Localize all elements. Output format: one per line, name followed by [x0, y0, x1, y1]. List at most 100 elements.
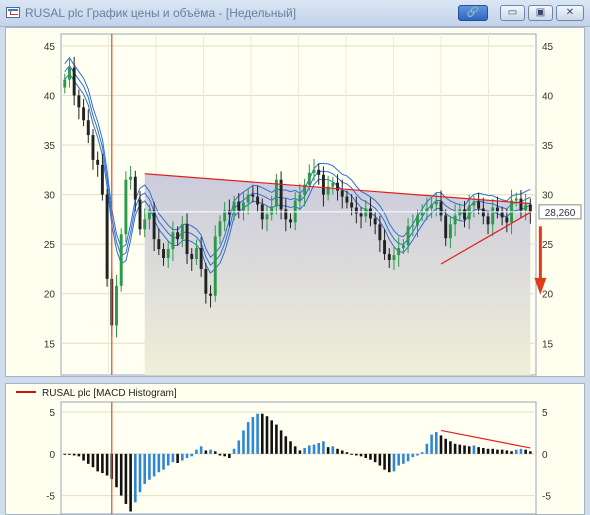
- histogram-bar: [326, 447, 330, 454]
- candle-body: [68, 67, 71, 80]
- candle-body: [336, 182, 339, 191]
- candle-body: [406, 226, 410, 246]
- histogram-bar: [105, 453, 109, 476]
- histogram-bar: [359, 453, 363, 457]
- candle-body: [317, 169, 321, 175]
- candle-body: [444, 215, 448, 239]
- candle-body: [416, 215, 419, 226]
- candle-body: [77, 95, 81, 108]
- histogram-bar: [279, 430, 283, 454]
- histogram-bar: [82, 453, 85, 461]
- histogram-bar: [162, 453, 165, 470]
- histogram-bar: [303, 447, 306, 454]
- candle-body: [166, 249, 170, 259]
- macd-plot-area: [60, 401, 537, 514]
- histogram-bar: [77, 453, 81, 457]
- candle-body: [237, 201, 241, 211]
- y-tick-label-left: 35: [44, 141, 56, 152]
- candle-body: [133, 176, 137, 200]
- histogram-bar: [467, 446, 471, 454]
- candle: [124, 171, 128, 243]
- candle-body: [321, 174, 325, 195]
- window-title: RUSAL plc График цены и объёма - [Недель…: [25, 6, 297, 20]
- histogram-bar: [331, 446, 335, 454]
- candle-body: [138, 199, 142, 230]
- histogram-bar: [369, 453, 372, 460]
- y-tick-label-left: 15: [44, 339, 56, 350]
- price-chart-panel[interactable]: 15 15 20 20 25 25 30 30 35 35 40 40 45 45 28,260: [5, 27, 585, 377]
- histogram-bar: [101, 453, 104, 474]
- y-tick-label-right: 35: [542, 141, 554, 152]
- histogram-bar: [317, 442, 321, 454]
- histogram-bar: [152, 453, 156, 477]
- close-button[interactable]: ✕: [556, 5, 584, 21]
- candle-body: [171, 232, 175, 250]
- histogram-bar: [237, 440, 241, 454]
- price-chart[interactable]: 15 15 20 20 25 25 30 30 35 35 40 40 45 45 28,260: [6, 28, 584, 376]
- candle-body: [401, 245, 405, 249]
- candle-body: [86, 120, 90, 136]
- histogram-bar: [166, 453, 170, 466]
- title-bar[interactable]: RUSAL plc График цены и объёма - [Недель…: [0, 0, 590, 27]
- candle-body: [232, 201, 236, 215]
- histogram-bar: [482, 447, 485, 454]
- candle-body: [218, 221, 222, 237]
- candle-body: [246, 194, 250, 203]
- candle-body: [307, 172, 311, 185]
- candle-body: [340, 190, 344, 197]
- histogram-bar: [213, 451, 217, 454]
- histogram-bar: [195, 449, 198, 454]
- candle-body: [100, 164, 104, 195]
- histogram-bar: [486, 448, 490, 454]
- legend-label: RUSAL plc [MACD Histogram]: [42, 388, 177, 399]
- candle-body: [209, 293, 213, 296]
- candle-body: [162, 249, 165, 259]
- histogram-bar: [355, 453, 358, 456]
- minimize-button[interactable]: ▭: [500, 5, 525, 21]
- candle-body: [143, 219, 147, 230]
- histogram-bar: [242, 430, 245, 454]
- candle-body: [194, 248, 198, 260]
- histogram-bar: [181, 453, 184, 461]
- candle-body: [392, 255, 396, 261]
- maximize-button[interactable]: ▣: [528, 5, 553, 21]
- maximize-icon: ▣: [535, 7, 546, 18]
- histogram-bar: [190, 453, 194, 457]
- histogram-bar: [171, 453, 175, 463]
- candle-body: [505, 217, 509, 223]
- candle: [105, 188, 109, 287]
- histogram-bar: [519, 448, 523, 454]
- histogram-bar: [138, 453, 142, 493]
- histogram-bar: [392, 453, 396, 472]
- histogram-bar: [383, 453, 386, 470]
- candle-body: [199, 248, 203, 269]
- histogram-bar: [505, 450, 509, 454]
- histogram-bar: [63, 453, 67, 455]
- candle-body: [265, 214, 269, 220]
- candle-body: [453, 215, 457, 225]
- candle-body: [251, 194, 255, 197]
- candle-body: [176, 232, 180, 240]
- candle-body: [378, 224, 382, 241]
- histogram-bar: [387, 453, 391, 473]
- candle-body: [387, 254, 391, 261]
- candle-body: [180, 224, 184, 240]
- candle-body: [289, 219, 292, 223]
- histogram-bar: [312, 444, 316, 454]
- candle-body: [284, 209, 288, 220]
- histogram-bar: [336, 448, 339, 454]
- macd-y-tick-left: 5: [49, 408, 55, 419]
- candle-body: [345, 196, 349, 203]
- macd-histogram-panel[interactable]: -5 -5 0 0 5 5 RUSAL plc [MACD Histogram]: [5, 383, 585, 515]
- y-tick-label-right: 15: [542, 339, 554, 350]
- link-button[interactable]: 🔗: [458, 5, 488, 21]
- histogram-bar: [119, 453, 123, 496]
- candle-body: [129, 176, 133, 180]
- candle-body: [72, 67, 76, 96]
- close-icon: ✕: [565, 7, 575, 18]
- candle-body: [368, 208, 372, 219]
- macd-histogram-chart[interactable]: -5 -5 0 0 5 5 RUSAL plc [MACD Histogram]: [6, 384, 584, 514]
- histogram-bar: [251, 417, 255, 454]
- histogram-bar: [86, 453, 90, 464]
- histogram-bar: [364, 453, 368, 458]
